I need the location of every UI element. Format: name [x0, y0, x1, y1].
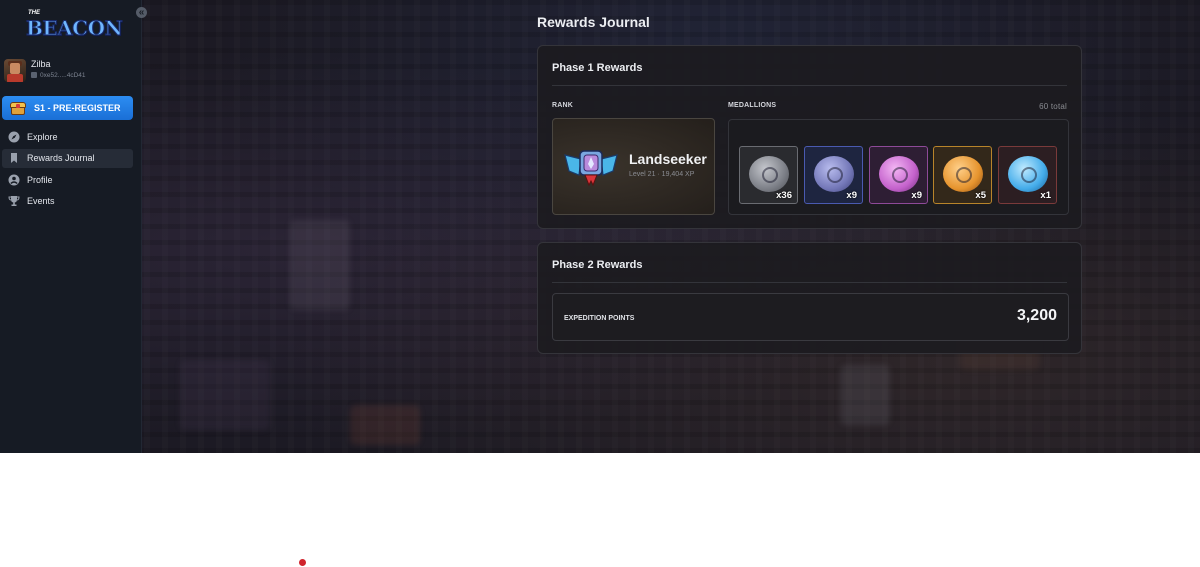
- sidebar-item-rewards-journal[interactable]: Rewards Journal: [2, 149, 133, 168]
- rank-label: RANK: [552, 102, 574, 109]
- grey-medallion-icon: [749, 156, 789, 192]
- user-icon: [8, 174, 20, 186]
- blue-medallion-icon: [814, 156, 854, 192]
- expedition-points-panel: EXPEDITION POINTS 3,200: [552, 293, 1069, 341]
- sidebar-item-explore[interactable]: Explore: [2, 128, 133, 147]
- orange-medallion-icon: [943, 156, 983, 192]
- sidebar-item-label: Profile: [27, 175, 53, 185]
- sidebar-item-label: Explore: [27, 132, 58, 142]
- phase-2-title: Phase 2 Rewards: [552, 259, 643, 271]
- wallet-icon: [31, 72, 37, 78]
- collapse-sidebar-button[interactable]: «: [136, 7, 147, 18]
- rank-name: Landseeker: [629, 151, 707, 167]
- sidebar-item-profile[interactable]: Profile: [2, 171, 133, 190]
- phase-2-rewards-card: Phase 2 Rewards EXPEDITION POINTS 3,200: [537, 242, 1082, 354]
- sidebar: THE BEACON Zilba 0xe52.....4cD41 S1 - PR…: [0, 0, 142, 453]
- username: Zilba: [31, 59, 51, 69]
- rank-level-xp: Level 21 · 19,404 XP: [629, 171, 695, 178]
- page-title: Rewards Journal: [537, 14, 650, 30]
- phase-1-rewards-card: Phase 1 Rewards RANK MEDALLIONS 60 total…: [537, 45, 1082, 229]
- treasure-chest-icon: [9, 101, 27, 115]
- rank-panel: Landseeker Level 21 · 19,404 XP: [552, 118, 715, 215]
- beacon-logo[interactable]: THE BEACON: [22, 10, 123, 41]
- medallion-count: x1: [1040, 190, 1051, 201]
- purple-medallion-icon: [879, 156, 919, 192]
- medallion-cyan[interactable]: x1: [998, 146, 1057, 204]
- phase-1-title: Phase 1 Rewards: [552, 62, 643, 74]
- expedition-points-value: 3,200: [1016, 307, 1057, 324]
- medallions-panel: x36 x9 x9 x5 x1: [728, 119, 1069, 215]
- status-dot: [299, 559, 306, 566]
- medallion-count: x9: [846, 190, 857, 201]
- divider: [552, 85, 1067, 86]
- medallion-purple[interactable]: x9: [869, 146, 928, 204]
- cyan-medallion-icon: [1008, 156, 1048, 192]
- medallion-count: x5: [975, 190, 986, 201]
- sidebar-item-label: Events: [27, 196, 55, 206]
- wallet-address-text: 0xe52.....4cD41: [40, 72, 86, 79]
- season-label: S1 - PRE-REGISTER: [34, 103, 121, 113]
- sidebar-item-events[interactable]: Events: [2, 192, 133, 211]
- bookmark-icon: [11, 153, 17, 163]
- medallion-grey[interactable]: x36: [739, 146, 798, 204]
- avatar: [4, 59, 26, 82]
- trophy-icon: [8, 196, 20, 206]
- medallion-count: x9: [911, 190, 922, 201]
- compass-icon: [8, 131, 20, 143]
- divider: [552, 282, 1067, 283]
- medallions-total: 60 total: [1039, 102, 1067, 111]
- logo-word: BEACON: [25, 16, 123, 41]
- medallion-blue[interactable]: x9: [804, 146, 863, 204]
- app-window: THE BEACON Zilba 0xe52.....4cD41 S1 - PR…: [0, 0, 1200, 453]
- medallion-orange[interactable]: x5: [933, 146, 992, 204]
- expedition-points-label: EXPEDITION POINTS: [564, 315, 635, 322]
- sidebar-item-label: Rewards Journal: [27, 153, 95, 163]
- medallion-count: x36: [776, 190, 792, 201]
- rank-badge-icon: [564, 150, 618, 187]
- user-profile-summary[interactable]: Zilba 0xe52.....4cD41: [4, 58, 138, 84]
- wallet-address: 0xe52.....4cD41: [31, 72, 86, 79]
- season-pre-register-button[interactable]: S1 - PRE-REGISTER: [2, 96, 133, 120]
- medallions-label: MEDALLIONS: [728, 102, 777, 109]
